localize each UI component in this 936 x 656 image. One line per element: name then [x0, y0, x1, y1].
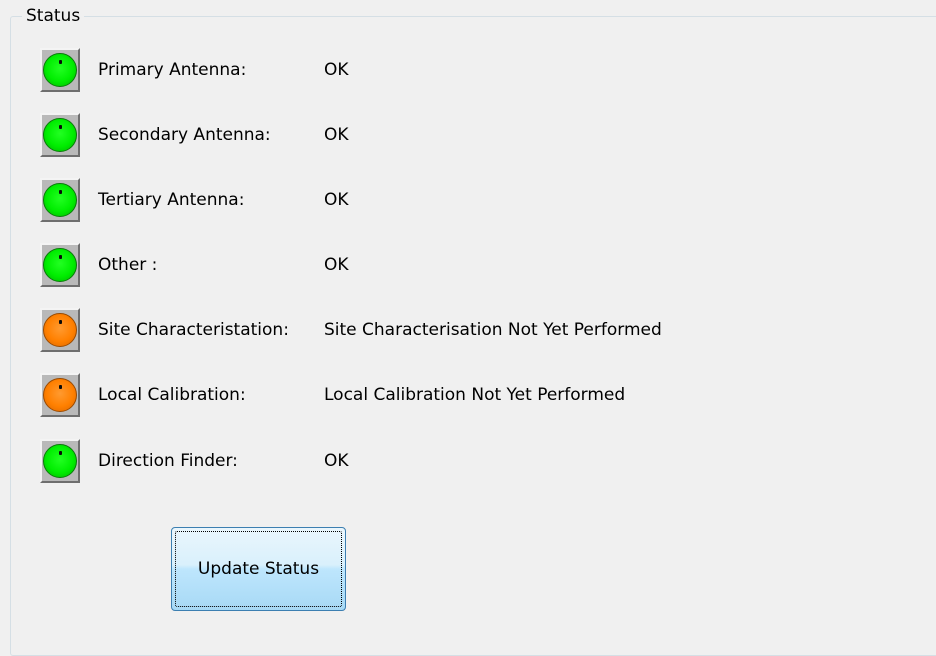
green-led-icon [43, 444, 77, 478]
led-frame [40, 243, 80, 287]
green-led-icon [43, 118, 77, 152]
status-row-tertiary-antenna: Tertiary Antenna: OK [40, 176, 349, 224]
green-led-icon [43, 248, 77, 282]
status-value: OK [324, 125, 349, 145]
status-value: OK [324, 255, 349, 275]
orange-led-icon [43, 378, 77, 412]
status-value: OK [324, 60, 349, 80]
update-status-button[interactable]: Update Status [171, 527, 346, 611]
led-frame [40, 373, 80, 417]
led-frame [40, 308, 80, 352]
status-value: Site Characterisation Not Yet Performed [324, 320, 662, 340]
status-label: Site Characteristation: [98, 320, 289, 340]
status-value: OK [324, 451, 349, 471]
status-label: Direction Finder: [98, 451, 238, 471]
status-label: Tertiary Antenna: [98, 190, 245, 210]
status-label: Local Calibration: [98, 385, 246, 405]
status-value: Local Calibration Not Yet Performed [324, 385, 626, 405]
green-led-icon [43, 53, 77, 87]
status-label: Secondary Antenna: [98, 125, 271, 145]
status-row-primary-antenna: Primary Antenna: OK [40, 46, 349, 94]
status-value: OK [324, 190, 349, 210]
led-frame [40, 439, 80, 483]
status-row-site-characterisation: Site Characteristation: Site Characteris… [40, 306, 662, 354]
green-led-icon [43, 183, 77, 217]
update-status-button-label: Update Status [197, 559, 320, 579]
status-group-title: Status [22, 6, 85, 26]
status-label: Primary Antenna: [98, 60, 247, 80]
status-row-local-calibration: Local Calibration: Local Calibration Not… [40, 371, 625, 419]
status-row-secondary-antenna: Secondary Antenna: OK [40, 111, 349, 159]
orange-led-icon [43, 313, 77, 347]
status-row-other: Other : OK [40, 241, 349, 289]
status-row-direction-finder: Direction Finder: OK [40, 437, 349, 485]
led-frame [40, 113, 80, 157]
status-label: Other : [98, 255, 158, 275]
led-frame [40, 178, 80, 222]
led-frame [40, 48, 80, 92]
